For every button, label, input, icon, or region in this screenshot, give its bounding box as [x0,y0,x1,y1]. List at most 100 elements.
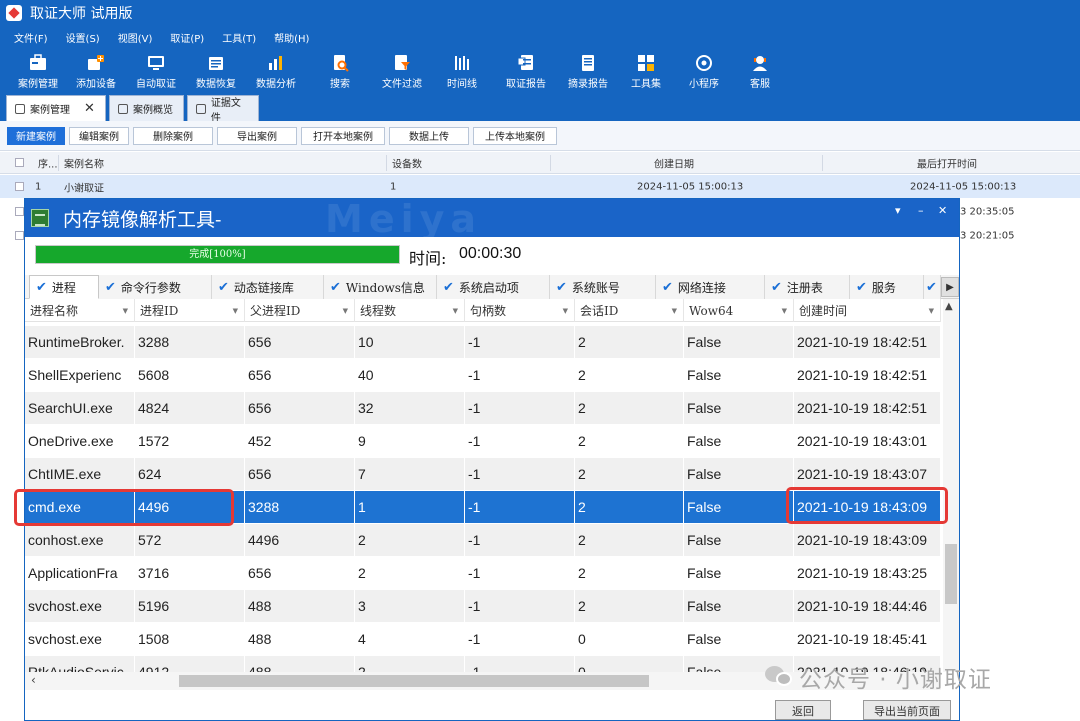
filter-icon[interactable]: ▼ [123,307,128,315]
process-row[interactable]: ApplicationFra 3716 656 2 -1 2 False 2021-10-19… [25,557,941,590]
tab-network[interactable]: ✔ 网络连接 [656,275,765,299]
open-local-case-button[interactable]: 打开本地案例 [301,126,385,145]
dialog-menu-icon[interactable]: ▾ [895,204,901,217]
close-icon[interactable]: ✕ [938,204,947,217]
filter-icon[interactable]: ▼ [233,307,238,315]
toolbar-mini-program-button[interactable]: 小程序 [676,48,732,94]
minimize-icon[interactable]: – [918,204,924,217]
file-filter-icon [391,53,413,73]
tab-command-line[interactable]: ✔ 命令行参数 [99,275,212,299]
tab-case-management[interactable]: 案例管理 ✕ [6,95,106,121]
export-case-button[interactable]: 导出案例 [217,126,297,145]
thread-count-cell: 2 [355,557,465,589]
col-process-id[interactable]: 进程ID ▼ [135,299,245,322]
col-created-date[interactable]: 创建日期 [654,155,694,170]
wow64-cell: False [684,491,794,523]
close-icon[interactable]: ✕ [84,101,95,116]
tab-services[interactable]: ✔ 服务 [850,275,924,299]
process-row[interactable]: OneDrive.exe 1572 452 9 -1 2 False 2021-10-19 1… [25,425,941,458]
menu-help[interactable]: 帮助(H) [274,30,309,45]
col-no[interactable]: 序... [38,155,58,170]
evidence-tab-icon [196,103,206,114]
toolbar-data-analysis-button[interactable]: 数据分析 [246,48,306,94]
vertical-scrollbar[interactable]: ▲ [943,299,959,672]
process-row[interactable]: svchost.exe 1508 488 4 -1 0 False 2021-10-19 18… [25,623,941,656]
upload-data-button[interactable]: 数据上传 [389,126,469,145]
back-button[interactable]: 返回 [775,700,831,720]
process-row[interactable]: SearchUI.exe 4824 656 32 -1 2 False 2021-10-19 … [25,392,941,425]
toolbar-file-filter-button[interactable]: 文件过滤 [372,48,432,94]
case-table-header: 序... 案例名称 设备数 创建日期 最后打开时间 [0,152,1080,174]
horizontal-scroll-thumb[interactable] [179,675,649,687]
edit-case-button[interactable]: 编辑案例 [69,126,129,145]
overview-tab-icon [118,103,128,114]
tab-case-overview[interactable]: 案例概览 [109,95,184,121]
toolbar-toolset-button[interactable]: 工具集 [618,48,674,94]
row-checkbox[interactable] [15,207,24,216]
case-tab-icon [15,103,25,114]
col-handle-count[interactable]: 句柄数 ▼ [465,299,575,322]
filter-icon[interactable]: ▼ [929,307,934,315]
tab-evidence-files[interactable]: 证据文件 [187,95,259,124]
process-row[interactable]: svchost.exe 5196 488 3 -1 2 False 2021-10-19 18… [25,590,941,623]
thread-count-cell: 3 [355,590,465,622]
col-device-count[interactable]: 设备数 [392,155,422,170]
tab-startup-items[interactable]: ✔ 系统启动项 [437,275,550,299]
process-name-cell: svchost.exe [25,590,135,622]
tab-scroll-right-icon[interactable]: ▶ [941,277,959,297]
col-parent-process-id[interactable]: 父进程ID ▼ [245,299,355,322]
menu-tools[interactable]: 工具(T) [222,30,256,45]
toolbar-search-button[interactable]: 搜索 [318,48,362,94]
filter-icon[interactable]: ▼ [343,307,348,315]
col-wow64[interactable]: Wow64 ▼ [684,299,794,322]
row-checkbox[interactable] [15,231,24,240]
tab-more[interactable]: ✔内 [924,275,941,299]
toolbar-excerpt-report-button[interactable]: 摘录报告 [558,48,618,94]
col-create-time[interactable]: 创建时间 ▼ [794,299,941,322]
toolbar-forensics-report-button[interactable]: 取证报告 [496,48,556,94]
menu-forensics[interactable]: 取证(P) [170,30,204,45]
select-all-checkbox[interactable] [15,158,24,167]
vertical-scroll-thumb[interactable] [945,544,957,604]
toolbar-data-recovery-button[interactable]: 数据恢复 [186,48,246,94]
filter-icon[interactable]: ▼ [672,307,677,315]
row-checkbox[interactable] [15,182,24,191]
col-session-id[interactable]: 会话ID ▼ [575,299,684,322]
scroll-up-icon[interactable]: ▲ [945,301,953,312]
toolbar-timeline-button[interactable]: 时间线 [432,48,492,94]
toolbar-add-device-button[interactable]: 添加设备 [66,48,126,94]
toolbar-support-button[interactable]: 客服 [732,48,788,94]
filter-icon[interactable]: ▼ [782,307,787,315]
tab-windows-info[interactable]: ✔ Windows信息 [324,275,437,299]
tab-system-accounts[interactable]: ✔ 系统账号 [550,275,656,299]
tab-registry[interactable]: ✔ 注册表 [765,275,850,299]
tab-dll[interactable]: ✔ 动态链接库 [212,275,324,299]
menu-view[interactable]: 视图(V) [118,30,153,45]
app-titlebar: 取证大师 试用版 [0,0,1080,26]
check-icon: ✔ [443,279,454,295]
upload-local-case-button[interactable]: 上传本地案例 [473,126,557,145]
toolbar-auto-forensics-button[interactable]: 自动取证 [126,48,186,94]
col-case-name[interactable]: 案例名称 [64,155,104,170]
elapsed-time-value: 00:00:30 [459,245,522,262]
filter-icon[interactable]: ▼ [453,307,458,315]
case-row[interactable]: 1 小谢取证 1 2024-11-05 15:00:13 2024-11-05 … [0,175,1080,198]
export-page-button[interactable]: 导出当前页面 [863,700,951,720]
menu-settings[interactable]: 设置(S) [66,30,100,45]
toolbar-case-management-button[interactable]: 案例管理 [16,48,60,94]
col-process-name[interactable]: 进程名称 ▼ [25,299,135,322]
scroll-left-icon[interactable]: ‹ [31,673,36,687]
process-row[interactable]: ShellExperienc 5608 656 40 -1 2 False 2021-10-1… [25,359,941,392]
col-thread-count[interactable]: 线程数 ▼ [355,299,465,322]
dialog-titlebar[interactable]: Meiya 内存镜像解析工具- ▾ – ✕ [25,199,959,237]
process-row[interactable]: RuntimeBroker. 3288 656 10 -1 2 False 2021-10-1… [25,326,941,359]
filter-icon[interactable]: ▼ [563,307,568,315]
delete-case-button[interactable]: 删除案例 [133,126,213,145]
menu-file[interactable]: 文件(F) [14,30,48,45]
new-case-button[interactable]: 新建案例 [7,126,65,145]
handle-count-cell: -1 [465,392,575,424]
tab-process[interactable]: ✔ 进程 [29,275,99,299]
app-logo-icon [6,5,22,21]
process-row[interactable]: conhost.exe 572 4496 2 -1 2 False 2021-10-19 18… [25,524,941,557]
col-last-opened[interactable]: 最后打开时间 [917,155,977,170]
